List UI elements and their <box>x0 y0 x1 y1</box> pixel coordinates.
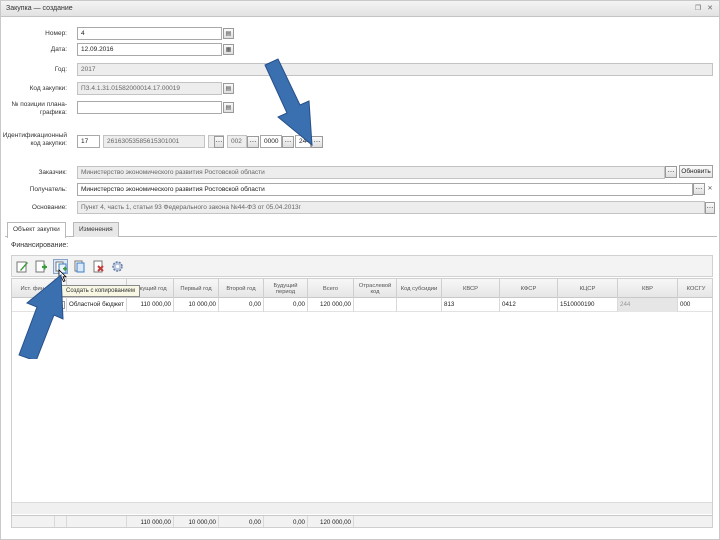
schedule-position-field[interactable] <box>77 101 222 114</box>
col-kvr[interactable]: КВР <box>618 279 678 298</box>
grid-horizontal-scrollbar[interactable] <box>12 502 712 514</box>
cell-total: 120 000,00 <box>308 298 354 312</box>
tab-bar: Объект закупки Изменения <box>5 221 717 238</box>
col-kfsr[interactable]: КФСР <box>500 279 558 298</box>
col-kcsr[interactable]: КЦСР <box>558 279 618 298</box>
recipient-field[interactable]: Министерство экономического развития Рос… <box>77 183 693 196</box>
total-future: 0,00 <box>264 516 308 527</box>
col-kvsr[interactable]: КВСР <box>442 279 500 298</box>
ikz-part-1[interactable]: 17 <box>77 135 100 148</box>
cell-kosgu: 000 <box>680 301 691 308</box>
total-total: 120 000,00 <box>308 516 354 527</box>
purchase-create-window: Закупка — создание ❐ ✕ Номер: 4 ▤ Дата: … <box>0 0 720 540</box>
year-label: Год: <box>54 66 67 73</box>
calc-icon[interactable]: ▤ <box>223 28 234 39</box>
col-total[interactable]: Всего <box>308 279 354 298</box>
col-first-year[interactable]: Первый год <box>174 279 219 298</box>
total-current-year: 110 000,00 <box>127 516 174 527</box>
ikz-label: Идентификационный код закупки: <box>2 132 67 147</box>
total-cell-empty <box>12 516 55 527</box>
tab-purchase-object[interactable]: Объект закупки <box>7 222 66 238</box>
financing-grid: Ист. фин. Текущий год Первый год Второй … <box>11 278 713 528</box>
refresh-customer-button[interactable]: Обновить <box>679 165 713 178</box>
window-title: Закупка — создание <box>6 5 73 12</box>
total-first-year: 10 000,00 <box>174 516 219 527</box>
annotation-arrow-icon <box>264 58 313 147</box>
cell-first-year: 10 000,00 <box>174 298 219 312</box>
col-future[interactable]: Будущий период <box>264 279 308 298</box>
col-sector-code[interactable]: Отраслевой код <box>354 279 397 298</box>
total-second-year: 0,00 <box>219 516 264 527</box>
purchase-code-label: Код закупки: <box>29 85 67 92</box>
grid-totals-row: 110 000,00 10 000,00 0,00 0,00 120 000,0… <box>12 515 712 527</box>
restore-icon[interactable]: ❐ <box>694 4 702 12</box>
financing-toolbar <box>11 255 713 277</box>
ikz-part-3-button[interactable]: ... <box>214 136 224 148</box>
calendar-icon[interactable]: ▦ <box>223 44 234 55</box>
customer-select-button[interactable]: ... <box>665 166 677 178</box>
cell-sector-code <box>354 298 397 312</box>
col-second-year[interactable]: Второй год <box>219 279 264 298</box>
cell-kvr: 244 <box>618 298 678 312</box>
col-kosgu[interactable]: КОСГУ <box>678 279 712 298</box>
settings-icon[interactable] <box>110 259 125 274</box>
recipient-select-button[interactable]: ... <box>693 183 705 195</box>
close-icon[interactable]: ✕ <box>706 4 714 12</box>
basis-label: Основание: <box>31 204 67 211</box>
calc-icon[interactable]: ▤ <box>223 83 234 94</box>
number-label: Номер: <box>45 30 67 37</box>
cell-funding: Областной бюджет <box>67 298 127 312</box>
cell-kvsr: 813 <box>442 298 500 312</box>
total-cell-empty <box>55 516 67 527</box>
purchase-code-field: ПЗ.4.1.31.01582000014.17.00019 <box>77 82 222 95</box>
clear-recipient-icon[interactable]: ✕ <box>706 183 714 195</box>
customer-label: Заказчик: <box>38 169 67 176</box>
date-field[interactable]: 12.09.2016 <box>77 43 222 56</box>
cell-subsidy-code <box>397 298 442 312</box>
calc-icon[interactable]: ▤ <box>223 102 234 113</box>
window-titlebar: Закупка — создание ❐ ✕ <box>1 1 719 17</box>
schedule-position-label: № позиции плана-графика: <box>11 101 67 116</box>
recipient-label: Получатель: <box>29 186 67 193</box>
cell-kcsr: 1510000190 <box>558 298 618 312</box>
col-subsidy-code[interactable]: Код субсидии <box>397 279 442 298</box>
document-icon[interactable] <box>72 259 87 274</box>
cell-kfsr: 0412 <box>500 298 558 312</box>
table-row[interactable]: Областной бюджет 110 000,00 10 000,00 0,… <box>12 298 712 312</box>
number-field[interactable]: 4 <box>77 27 222 40</box>
financing-section-title: Финансирование: <box>11 242 69 249</box>
tab-changes[interactable]: Изменения <box>73 222 119 237</box>
ikz-part-2: 26163053585615301001 <box>103 135 205 148</box>
delete-icon[interactable] <box>91 259 106 274</box>
basis-select-button[interactable]: ... <box>705 202 715 214</box>
cell-current-year: 110 000,00 <box>127 298 174 312</box>
cell-second-year: 0,00 <box>219 298 264 312</box>
basis-field: Пункт 4, часть 1, статьи 93 Федерального… <box>77 201 705 214</box>
ikz-part-4: 002 <box>227 135 247 148</box>
date-label: Дата: <box>50 46 67 53</box>
cell-future: 0,00 <box>264 298 308 312</box>
total-cell-empty <box>67 516 127 527</box>
year-field: 2017 <box>77 63 713 76</box>
customer-field: Министерство экономического развития Рос… <box>77 166 665 179</box>
annotation-arrow-icon <box>18 273 64 359</box>
